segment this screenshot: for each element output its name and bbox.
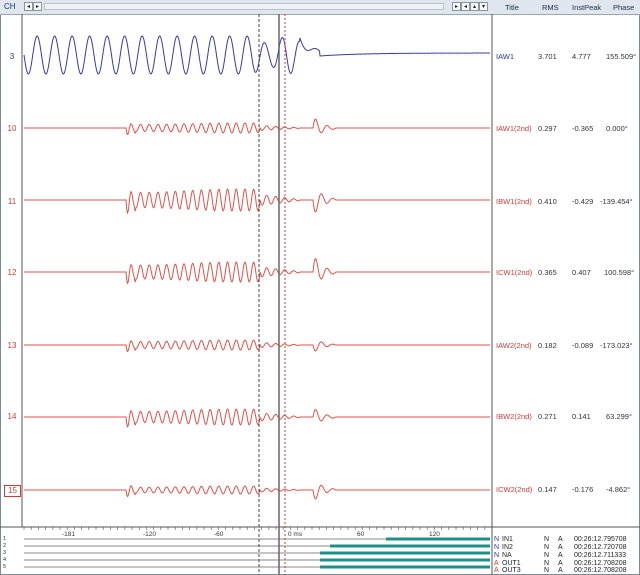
digital-label: 5 xyxy=(3,564,7,570)
event-name: OUT1 xyxy=(502,560,521,567)
waveform-viewer: CH ◂ ▸ ▸ ◂ ▴ ▾ Title RMS InstPeak Phase … xyxy=(0,0,640,575)
digital-active-5 xyxy=(320,565,490,569)
row-title-iaw2-2nd: IAW2(2nd) xyxy=(496,341,532,350)
event-name: IN1 xyxy=(502,536,513,543)
channel-number-12[interactable]: 12 xyxy=(4,268,20,277)
time-tick-label: 0 ms xyxy=(288,531,303,538)
event-row[interactable]: A OUT1 N A 00:26:12.708208 xyxy=(494,560,627,567)
row-phase: -173.023° xyxy=(600,341,633,350)
row-peak: -0.176 xyxy=(572,485,594,494)
channel-number-15-selected[interactable]: 15 xyxy=(4,485,21,497)
time-tick-label: 120 xyxy=(429,531,440,538)
row-phase: 63.299° xyxy=(606,412,632,421)
event-type: A xyxy=(494,560,499,567)
row-title-iaw1-2nd: IAW1(2nd) xyxy=(496,124,532,133)
row-rms: 0.147 xyxy=(538,485,557,494)
trace-2nd-harmonic-4 xyxy=(24,339,490,353)
trace-2nd-harmonic-6 xyxy=(24,484,490,500)
channel-number-11[interactable]: 11 xyxy=(4,197,20,206)
event-flag-2: A xyxy=(558,552,563,559)
event-time: 00:26:12.708208 xyxy=(574,560,627,567)
row-phase: -4.862° xyxy=(606,485,631,494)
trace-2nd-harmonic-5 xyxy=(24,408,490,428)
digital-active-2 xyxy=(330,544,490,548)
channel-number-10[interactable]: 10 xyxy=(4,124,20,133)
row-peak: -0.089 xyxy=(572,341,594,350)
event-flag-2: A xyxy=(558,567,563,574)
row-rms: 0.365 xyxy=(538,268,557,277)
row-rms: 0.297 xyxy=(538,124,557,133)
row-phase: 155.509° xyxy=(606,52,637,61)
event-flag-2: A xyxy=(558,544,563,551)
event-type: A xyxy=(494,567,499,574)
trace-2nd-harmonic-1 xyxy=(24,118,490,136)
row-rms: 0.410 xyxy=(538,197,557,206)
row-rms: 3.701 xyxy=(538,52,557,61)
digital-label: 4 xyxy=(3,557,7,563)
channel-number-13[interactable]: 13 xyxy=(4,341,20,350)
time-tick-label: 60 xyxy=(357,531,365,538)
row-phase: -139.454° xyxy=(600,197,633,206)
event-row[interactable]: N NA N A 00:26:12.711333 xyxy=(494,552,626,559)
event-flag-1: N xyxy=(544,552,550,559)
event-time: 00:26:12.720708 xyxy=(574,544,627,551)
event-flag-2: A xyxy=(558,536,563,543)
event-flag-1: N xyxy=(544,567,550,574)
event-flag-2: A xyxy=(558,560,563,567)
event-name: IN2 xyxy=(502,544,513,551)
event-flag-1: N xyxy=(544,560,550,567)
digital-label: 3 xyxy=(3,550,7,556)
digital-label: 1 xyxy=(3,536,7,542)
time-tick-label: -181 xyxy=(62,531,76,538)
event-row[interactable]: A OUT3 N A 00:26:12.708208 xyxy=(494,567,627,574)
row-rms: 0.182 xyxy=(538,341,557,350)
event-flag-1: N xyxy=(544,536,550,543)
row-title-icw1-2nd: ICW1(2nd) xyxy=(496,268,533,277)
event-row[interactable]: N IN2 N A 00:26:12.720708 xyxy=(494,544,627,551)
event-type: N xyxy=(494,552,500,559)
event-time: 00:26:12.708208 xyxy=(574,567,627,574)
event-flag-1: N xyxy=(544,544,550,551)
time-tick-label: -120 xyxy=(143,531,157,538)
row-title-ibw1-2nd: IBW1(2nd) xyxy=(496,197,532,206)
row-rms: 0.271 xyxy=(538,412,557,421)
row-peak: -0.365 xyxy=(572,124,594,133)
event-type: N xyxy=(494,544,500,551)
row-phase: 100.598° xyxy=(604,268,635,277)
row-phase: 0.000° xyxy=(606,124,628,133)
event-name: OUT3 xyxy=(502,567,521,574)
channel-number-3[interactable]: 3 xyxy=(4,52,20,61)
event-time: 00:26:12.711333 xyxy=(574,552,627,559)
row-title-ibw2-2nd: IBW2(2nd) xyxy=(496,412,532,421)
row-title-iaw1: IAW1 xyxy=(496,52,515,61)
row-title-icw2-2nd: ICW2(2nd) xyxy=(496,485,533,494)
time-tick-label: -60 xyxy=(214,531,224,538)
trace-group xyxy=(23,35,490,500)
trace-2nd-harmonic-3 xyxy=(24,257,490,285)
event-time: 00:26:12.795708 xyxy=(574,536,627,543)
row-peak: 0.407 xyxy=(572,268,591,277)
channel-number-14[interactable]: 14 xyxy=(4,412,20,421)
event-name: NA xyxy=(502,552,512,559)
digital-channels xyxy=(24,537,490,569)
event-type: N xyxy=(494,536,500,543)
digital-active-3 xyxy=(320,551,490,555)
row-peak: -0.429 xyxy=(572,197,594,206)
digital-label: 2 xyxy=(3,543,7,549)
trace-2nd-harmonic-2 xyxy=(24,188,490,215)
row-peak: 4.777 xyxy=(572,52,591,61)
digital-active-4 xyxy=(320,558,490,562)
event-row[interactable]: N IN1 N A 00:26:12.795708 xyxy=(494,536,627,543)
row-peak: 0.141 xyxy=(572,412,591,421)
